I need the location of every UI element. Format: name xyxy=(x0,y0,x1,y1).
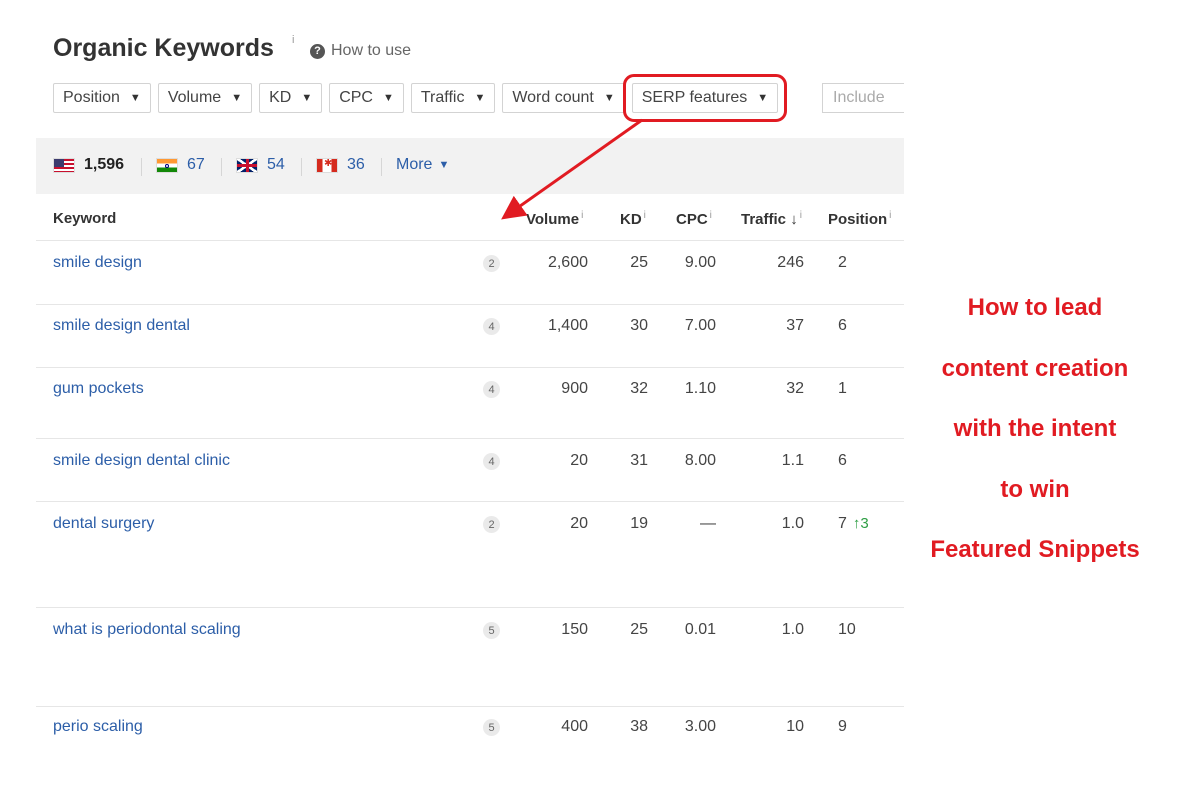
annotation-arrow xyxy=(501,118,643,220)
